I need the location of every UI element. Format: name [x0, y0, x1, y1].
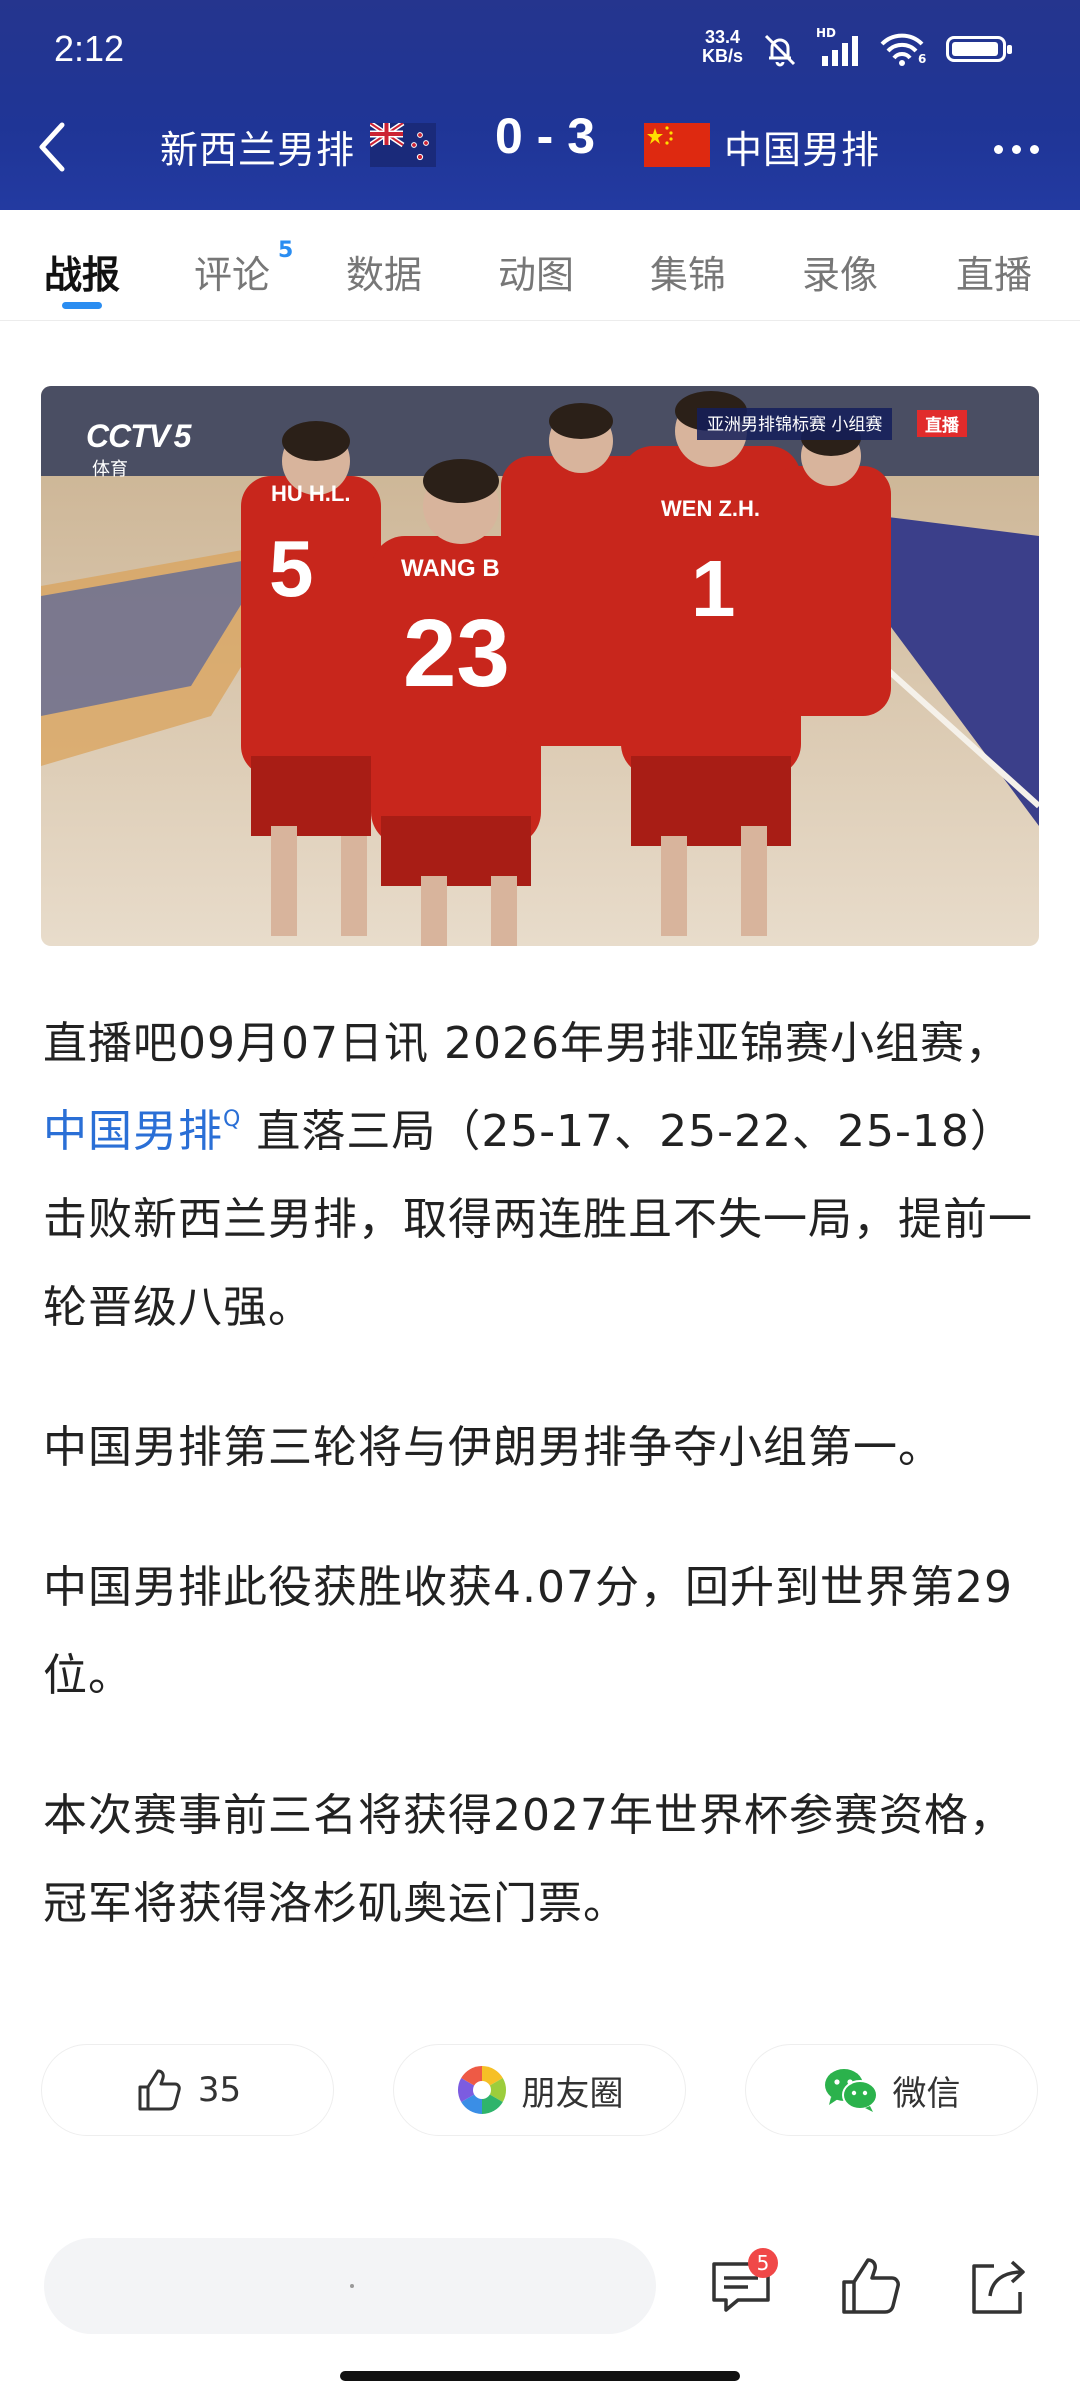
- china-flag-icon: [644, 123, 710, 167]
- tab-report[interactable]: 战报: [44, 244, 120, 299]
- jersey-name-wen: WEN Z.H.: [661, 496, 760, 521]
- active-tab-indicator: [62, 302, 102, 309]
- wechat-icon: [824, 2069, 878, 2112]
- more-options-icon[interactable]: [994, 139, 1054, 154]
- new-zealand-flag-icon: [370, 123, 436, 167]
- home-indicator[interactable]: [340, 2371, 740, 2381]
- article-body: 直播吧09月07日讯 2026年男排亚锦赛小组赛，中国男排Q 直落三局（25-1…: [43, 1000, 1043, 2000]
- jersey-number-5: 5: [269, 524, 314, 613]
- moments-label: 朋友圈: [521, 2073, 624, 2114]
- article-paragraph-3: 中国男排此役获胜收获4.07分，回升到世界第29位。: [43, 1562, 1013, 1701]
- network-speed: 33.4 KB/s: [702, 28, 743, 66]
- volleyball-team-huddle-image: HU H.L. 5 WANG B 23 WEN Z.H. 1: [41, 386, 1039, 946]
- jersey-name-wang: WANG B: [401, 555, 500, 582]
- tab-highlights[interactable]: 集锦: [650, 244, 726, 299]
- like-button[interactable]: 35: [41, 2044, 334, 2136]
- home-team-name[interactable]: 新西兰男排: [160, 119, 355, 174]
- like-count: 35: [197, 2070, 242, 2110]
- moments-icon: [457, 2066, 506, 2114]
- article-paragraph-1: 直播吧09月07日讯 2026年男排亚锦赛小组赛，中国男排Q 直落三局（25-1…: [43, 1018, 1033, 1333]
- away-team-name[interactable]: 中国男排: [724, 119, 880, 174]
- jersey-number-1: 1: [691, 544, 736, 633]
- tab-comments[interactable]: 评论: [194, 244, 270, 299]
- china-team-link[interactable]: 中国男排Q: [43, 1106, 241, 1157]
- header: 2:12 33.4 KB/s HD 6 新西兰男排 0 - 3 中国男排: [0, 0, 1080, 210]
- comment-input[interactable]: [44, 2238, 656, 2334]
- broadcast-banner: 亚洲男排锦标赛 小组赛: [697, 408, 893, 440]
- tab-gifs[interactable]: 动图: [498, 244, 574, 299]
- jersey-number-23: 23: [403, 600, 510, 707]
- wifi-label: 6: [918, 52, 927, 66]
- article-photo[interactable]: HU H.L. 5 WANG B 23 WEN Z.H. 1 CCTV 5 体育…: [41, 386, 1039, 946]
- tab-replay[interactable]: 录像: [802, 244, 878, 299]
- signal-icon: [822, 36, 858, 66]
- status-bar: 2:12 33.4 KB/s HD 6: [0, 0, 1080, 95]
- article-paragraph-2: 中国男排第三轮将与伊朗男排争夺小组第一。: [43, 1422, 943, 1473]
- thumbs-up-icon: [138, 2069, 181, 2111]
- article-paragraph-4: 本次赛事前三名将获得2027年世界杯参赛资格，冠军将获得洛杉矶奥运门票。: [43, 1790, 1014, 1929]
- comments-count-badge: 5: [278, 238, 294, 263]
- tab-data[interactable]: 数据: [346, 244, 422, 299]
- share-icon[interactable]: [966, 2254, 1032, 2320]
- tab-live[interactable]: 直播: [956, 244, 1032, 299]
- comment-count-badge: 5: [748, 2248, 778, 2278]
- share-wechat-button[interactable]: 微信: [745, 2044, 1038, 2136]
- battery-icon: [946, 36, 1012, 62]
- share-row: 35 朋友圈 微信: [41, 2044, 1041, 2136]
- status-time: 2:12: [54, 28, 125, 69]
- search-mark-icon: Q: [223, 1107, 242, 1132]
- match-score: 0 - 3: [494, 108, 596, 164]
- jersey-name-hu: HU H.L.: [271, 481, 350, 506]
- match-header: 新西兰男排 0 - 3 中国男排: [0, 95, 1080, 210]
- mute-icon: [764, 34, 796, 67]
- like-icon[interactable]: [838, 2254, 904, 2320]
- cctv-channel-logo: CCTV 5 体育: [86, 418, 191, 479]
- wechat-label: 微信: [892, 2073, 961, 2114]
- tab-bar: 战报 评论 5 数据 动图 集锦 录像 直播: [0, 210, 1080, 321]
- live-tag: 直播: [917, 410, 967, 437]
- share-moments-button[interactable]: 朋友圈: [393, 2044, 686, 2136]
- back-arrow-icon[interactable]: [30, 117, 80, 177]
- network-speed-unit: KB/s: [702, 46, 744, 66]
- network-speed-value: 33.4: [704, 27, 741, 47]
